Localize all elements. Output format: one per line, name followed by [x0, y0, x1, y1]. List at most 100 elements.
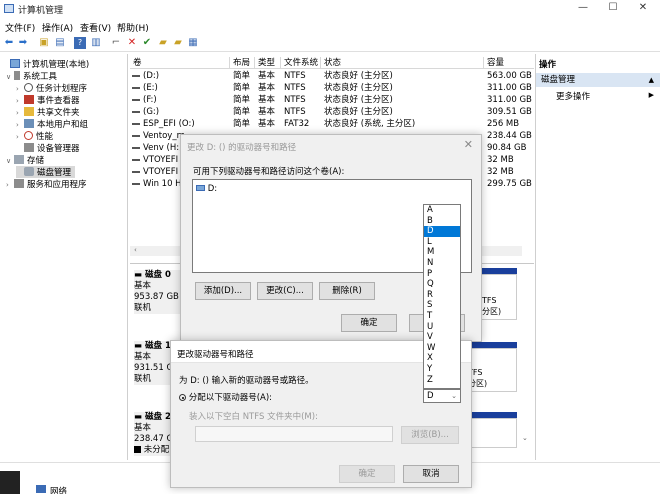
- tree-item-performance[interactable]: › 性能: [16, 130, 53, 142]
- drive-letter-option[interactable]: N: [424, 258, 460, 269]
- add-button[interactable]: 添加(D)...: [195, 282, 251, 300]
- tree-item-disk-management[interactable]: 磁盘管理: [16, 166, 76, 178]
- tree-item-task-scheduler[interactable]: › 任务计划程序: [16, 82, 87, 94]
- dialog2-ok-button[interactable]: 确定: [339, 465, 395, 483]
- change-button[interactable]: 更改(C)...: [257, 282, 313, 300]
- tree-item-system-tools[interactable]: ∨ 系统工具: [6, 70, 57, 82]
- panel-icon[interactable]: ▥: [90, 37, 102, 49]
- drive-letter-option[interactable]: Y: [424, 364, 460, 375]
- col-capacity[interactable]: 容量: [484, 57, 534, 69]
- submenu-arrow-icon[interactable]: ▶: [649, 91, 654, 99]
- expand-icon[interactable]: ›: [16, 97, 24, 105]
- expand-icon[interactable]: ›: [16, 121, 24, 129]
- maximize-button[interactable]: ☐: [602, 2, 624, 16]
- table-row[interactable]: (E:) 简单 基本 NTFS 状态良好 (主分区) 311.00 GB: [130, 82, 534, 94]
- col-volume[interactable]: 卷: [130, 57, 230, 69]
- more-actions[interactable]: 更多操作: [556, 90, 590, 102]
- expand-icon[interactable]: ›: [16, 109, 24, 117]
- drive-letter-option[interactable]: W: [424, 343, 460, 354]
- drive-letter-option[interactable]: Z: [424, 375, 460, 386]
- collapse-section-icon[interactable]: ▲: [649, 76, 654, 84]
- tree-item-device-manager[interactable]: 设备管理器: [16, 142, 80, 154]
- col-filesystem[interactable]: 文件系统: [281, 57, 321, 69]
- forward-icon[interactable]: ➡: [17, 37, 29, 49]
- delete-button[interactable]: 删除(R): [319, 282, 375, 300]
- menu-view[interactable]: 查看(V): [80, 21, 111, 34]
- cell-volume: Venv (H:): [143, 143, 183, 153]
- scroll-left-icon[interactable]: ‹: [134, 246, 137, 254]
- drive-letter-option[interactable]: V: [424, 332, 460, 343]
- properties-icon[interactable]: ▦: [187, 37, 199, 49]
- drive-letter-dropdown-list[interactable]: A B D L M N P Q R S T U V W X Y Z: [423, 204, 461, 389]
- connect-icon[interactable]: ⌐: [110, 37, 122, 49]
- actions-section-disk-management[interactable]: 磁盘管理: [536, 73, 660, 87]
- drive-letter-option[interactable]: R: [424, 290, 460, 301]
- disk-0-label[interactable]: ▬ 磁盘 0 基本 953.87 GB 联机: [134, 270, 182, 314]
- assign-letter-option[interactable]: 分配以下驱动器号(A):: [179, 391, 272, 403]
- help-icon[interactable]: ?: [74, 37, 86, 49]
- minimize-button[interactable]: —: [572, 2, 594, 16]
- folder-path-input[interactable]: [195, 426, 393, 442]
- network-label[interactable]: 网络: [50, 485, 67, 494]
- dialog2-cancel-button[interactable]: 取消: [403, 465, 459, 483]
- close-button[interactable]: ✕: [632, 2, 654, 16]
- volume-icon: [132, 183, 140, 185]
- drive-letter-option[interactable]: B: [424, 216, 460, 227]
- drive-letter-option[interactable]: P: [424, 269, 460, 280]
- up-folder-icon[interactable]: ▣: [38, 37, 50, 49]
- expand-icon[interactable]: ›: [6, 181, 14, 189]
- table-row[interactable]: (F:) 简单 基本 NTFS 状态良好 (主分区) 311.00 GB: [130, 94, 534, 106]
- col-status[interactable]: 状态: [321, 57, 484, 69]
- collapse-icon[interactable]: ∨: [6, 157, 14, 165]
- chevron-down-icon[interactable]: ⌄: [451, 390, 457, 402]
- drive-letter-option[interactable]: Q: [424, 279, 460, 290]
- show-tree-icon[interactable]: ▤: [54, 37, 66, 49]
- menu-action[interactable]: 操作(A): [42, 21, 73, 34]
- actions-pane: 操作 磁盘管理 ▲ 更多操作 ▶: [535, 54, 660, 460]
- menu-file[interactable]: 文件(F): [5, 21, 35, 34]
- table-row[interactable]: (G:) 简单 基本 NTFS 状态良好 (主分区) 309.51 GB: [130, 106, 534, 118]
- tree-item-shared-folders[interactable]: › 共享文件夹: [16, 106, 80, 118]
- delete-icon[interactable]: ✕: [126, 37, 138, 49]
- drive-letter-option[interactable]: A: [424, 205, 460, 216]
- expand-icon[interactable]: ›: [16, 85, 24, 93]
- disk-1-partition[interactable]: TFS 分区): [466, 348, 517, 392]
- tree-item-storage[interactable]: ∨ 存储: [6, 154, 44, 166]
- radio-selected-icon[interactable]: [179, 394, 186, 401]
- drive-letter-option[interactable]: T: [424, 311, 460, 322]
- ok-button[interactable]: 确定: [341, 314, 397, 332]
- col-layout[interactable]: 布局: [230, 57, 255, 69]
- new-folder-icon[interactable]: ▰: [172, 37, 184, 49]
- drive-letter-option[interactable]: U: [424, 322, 460, 333]
- path-entry[interactable]: D:: [196, 184, 217, 194]
- drive-letter-option-selected[interactable]: D: [424, 226, 460, 237]
- collapse-icon[interactable]: ∨: [6, 73, 14, 81]
- table-row[interactable]: (D:) 简单 基本 NTFS 状态良好 (主分区) 563.00 GB: [130, 70, 534, 82]
- col-type[interactable]: 类型: [255, 57, 281, 69]
- scroll-down-icon[interactable]: ⌄: [522, 434, 528, 442]
- dialog-close-icon[interactable]: ✕: [464, 138, 473, 151]
- tree-item-local-users[interactable]: › 本地用户和组: [16, 118, 88, 130]
- drive-letter-select[interactable]: D ⌄: [423, 389, 461, 403]
- menu-help[interactable]: 帮助(H): [117, 21, 149, 34]
- tree-item-services-apps[interactable]: › 服务和应用程序: [6, 178, 87, 190]
- cell-layout: 简单: [233, 107, 251, 117]
- performance-icon: [24, 131, 33, 140]
- drive-letter-option[interactable]: X: [424, 353, 460, 364]
- drive-letter-option[interactable]: M: [424, 247, 460, 258]
- browse-button[interactable]: 浏览(B)...: [401, 426, 459, 444]
- table-row[interactable]: ESP_EFI (O:) 简单 基本 FAT32 状态良好 (系统, 主分区) …: [130, 118, 534, 130]
- tree-item-event-viewer[interactable]: › 事件查看器: [16, 94, 80, 106]
- tree-item-computer-management[interactable]: 计算机管理(本地): [2, 58, 89, 70]
- cell-volume: (E:): [143, 83, 158, 93]
- mount-folder-option[interactable]: 装入以下空白 NTFS 文件夹中(M):: [189, 410, 318, 422]
- drive-letter-option[interactable]: L: [424, 237, 460, 248]
- check-icon[interactable]: ✔: [141, 37, 153, 49]
- drive-letter-option[interactable]: S: [424, 300, 460, 311]
- disk-2-partition[interactable]: [466, 418, 517, 448]
- back-icon[interactable]: ⬅: [3, 37, 15, 49]
- disk-0-partition[interactable]: TFS 分区): [480, 274, 517, 320]
- window-title: 计算机管理: [18, 6, 64, 16]
- expand-icon[interactable]: ›: [16, 133, 24, 141]
- folder-icon[interactable]: ▰: [157, 37, 169, 49]
